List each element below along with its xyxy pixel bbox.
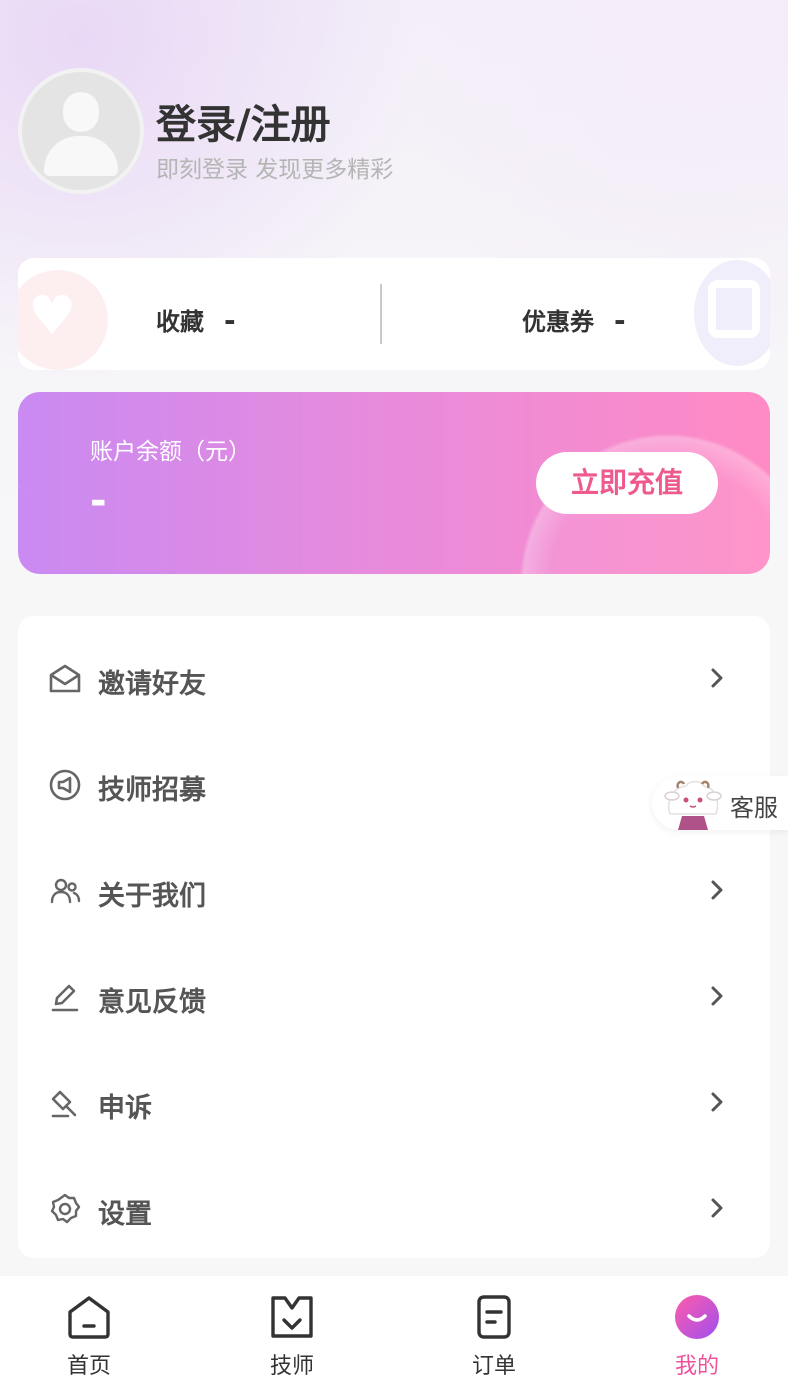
tab-orders[interactable]: 订单 [424, 1276, 564, 1378]
chevron-right-icon [711, 668, 723, 688]
balance-value: - [90, 478, 107, 524]
avatar-head-shape [63, 92, 99, 132]
stats-card: ♥ 收藏 - 优惠券 - [18, 258, 770, 370]
chevron-right-icon [711, 880, 723, 900]
bottom-tab-bar: 首页 技师 订单 我的 [0, 1276, 788, 1378]
coupons-value: - [614, 304, 626, 337]
tab-profile[interactable]: 我的 [627, 1276, 767, 1378]
profile-icon [675, 1295, 719, 1339]
order-icon [477, 1295, 511, 1339]
avatar-body-shape [44, 136, 118, 176]
balance-label: 账户余额（元） [90, 439, 251, 465]
menu-item-label: 设置 [98, 1199, 152, 1230]
stats-divider [380, 284, 382, 344]
tab-home[interactable]: 首页 [19, 1276, 159, 1378]
menu-item-feedback[interactable]: 意见反馈 [18, 944, 770, 1050]
envelope-icon [49, 664, 81, 693]
menu-item-label: 技师招募 [98, 775, 206, 806]
tab-technician[interactable]: 技师 [222, 1276, 362, 1378]
technician-icon [271, 1296, 313, 1338]
customer-service-button[interactable]: 客服 [652, 776, 788, 830]
chevron-right-icon [711, 1198, 723, 1218]
login-register-link[interactable]: 登录/注册 [156, 92, 331, 150]
menu-item-label: 申诉 [98, 1093, 152, 1124]
gear-icon [50, 1193, 81, 1224]
menu-item-invite-friends[interactable]: 邀请好友 [18, 626, 770, 732]
heart-icon: ♥ [18, 270, 108, 370]
tab-label: 技师 [269, 1354, 314, 1378]
coupons-label: 优惠券 [522, 308, 594, 336]
megaphone-icon [49, 769, 81, 801]
menu-item-settings[interactable]: 设置 [18, 1156, 770, 1262]
menu-item-appeal[interactable]: 申诉 [18, 1050, 770, 1156]
balance-card: 账户余额（元） - 立即充值 [18, 392, 770, 574]
coupon-icon [694, 260, 770, 366]
login-subtitle: 即刻登录 发现更多精彩 [156, 157, 394, 183]
favorites-value: - [224, 304, 236, 337]
favorites-stat[interactable]: 收藏 - [156, 302, 236, 337]
tab-label: 首页 [66, 1354, 111, 1378]
tab-label: 订单 [471, 1354, 516, 1378]
pencil-icon [51, 984, 79, 1012]
menu-item-label: 关于我们 [98, 881, 206, 912]
coupons-stat[interactable]: 优惠券 - [522, 302, 626, 337]
avatar[interactable] [18, 68, 144, 194]
sheep-mascot-icon [664, 780, 722, 830]
menu-item-label: 意见反馈 [98, 987, 206, 1018]
tab-label: 我的 [674, 1354, 719, 1378]
recharge-button[interactable]: 立即充值 [536, 452, 718, 514]
gavel-icon [51, 1090, 77, 1118]
chevron-right-icon [711, 1092, 723, 1112]
customer-service-label: 客服 [730, 794, 778, 822]
menu-item-label: 邀请好友 [98, 669, 206, 700]
users-icon [50, 878, 81, 904]
chevron-right-icon [711, 986, 723, 1006]
home-icon [68, 1296, 110, 1339]
menu-item-about-us[interactable]: 关于我们 [18, 838, 770, 944]
favorites-label: 收藏 [156, 308, 204, 336]
menu-card: 邀请好友 技师招募 关于我们 意见反馈 申诉 设置 [18, 616, 770, 1258]
